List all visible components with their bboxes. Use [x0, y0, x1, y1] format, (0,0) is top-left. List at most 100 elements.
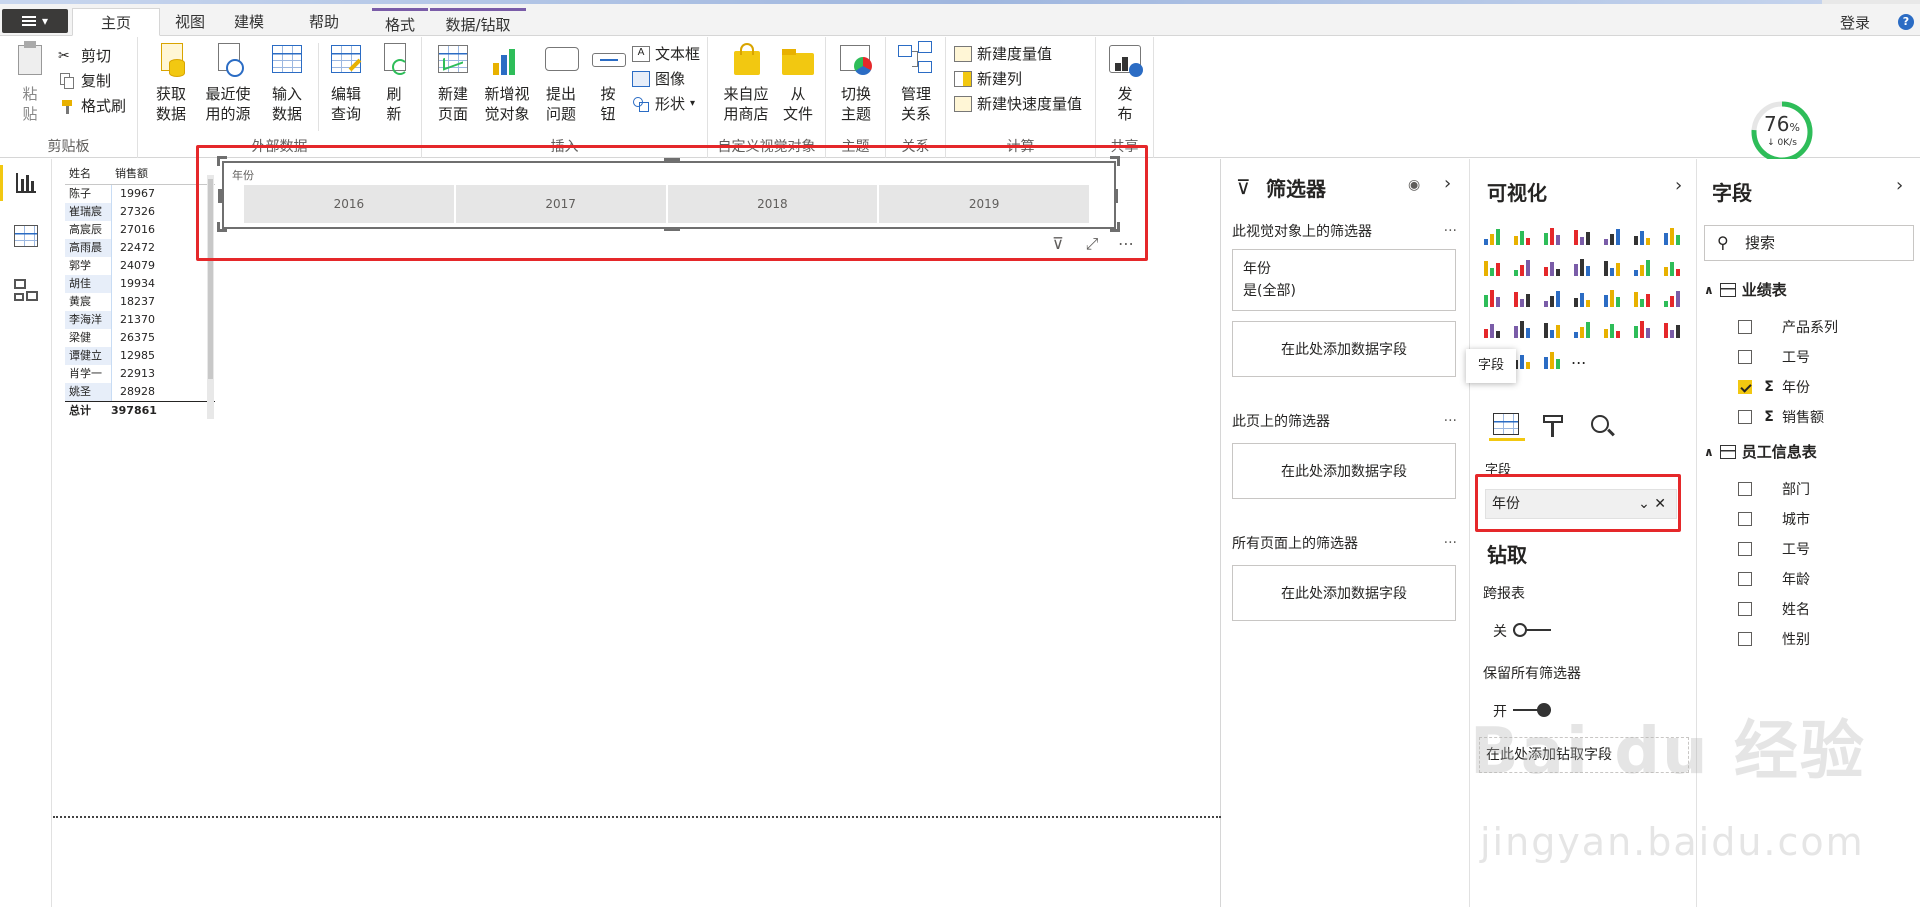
- recent-sources-button[interactable]: 最近使 用的源: [196, 41, 260, 124]
- slicer-frame[interactable]: 年份 2016 2017 2018 2019: [222, 161, 1116, 229]
- field-item[interactable]: 工号: [1738, 539, 1810, 559]
- new-quick-measure-button[interactable]: 新建快速度量值: [954, 93, 1082, 114]
- visual-type-icon[interactable]: [1571, 287, 1593, 309]
- visual-type-icon[interactable]: [1631, 287, 1653, 309]
- resize-handle[interactable]: [1114, 189, 1118, 203]
- field-checkbox[interactable]: [1738, 350, 1752, 364]
- tab-format[interactable]: 格式: [372, 8, 428, 36]
- field-item[interactable]: 性别: [1738, 629, 1810, 649]
- shapes-button[interactable]: 形状 ▾: [632, 93, 695, 114]
- resize-handle[interactable]: [1110, 222, 1120, 232]
- new-measure-button[interactable]: 新建度量值: [954, 43, 1052, 64]
- visual-type-icon[interactable]: [1571, 318, 1593, 340]
- field-checkbox[interactable]: [1738, 482, 1752, 496]
- visual-type-icon[interactable]: [1541, 287, 1563, 309]
- visual-type-icon[interactable]: [1481, 256, 1503, 278]
- resize-handle[interactable]: [1110, 156, 1120, 166]
- field-checkbox[interactable]: [1738, 542, 1752, 556]
- data-view-icon[interactable]: [12, 223, 40, 251]
- field-item[interactable]: 产品系列: [1738, 317, 1838, 337]
- tab-data-drill[interactable]: 数据/钻取: [430, 8, 526, 36]
- manage-relationships-button[interactable]: 管理 关系: [890, 41, 942, 124]
- page-filters-more[interactable]: ...: [1444, 409, 1457, 425]
- more-options-icon[interactable]: ⋯: [1116, 235, 1136, 253]
- resize-handle[interactable]: [217, 222, 227, 232]
- field-checkbox[interactable]: [1738, 410, 1752, 424]
- field-item[interactable]: 年龄: [1738, 569, 1810, 589]
- new-column-button[interactable]: 新建列: [954, 68, 1022, 89]
- image-button[interactable]: 图像: [632, 68, 685, 89]
- visual-type-icon[interactable]: [1661, 318, 1683, 340]
- field-checkbox[interactable]: [1738, 602, 1752, 616]
- visual-type-icon[interactable]: [1661, 256, 1683, 278]
- all-pages-filters-more[interactable]: ...: [1444, 531, 1457, 547]
- collapse-chevron-icon[interactable]: ›: [1444, 173, 1451, 194]
- visual-type-icon[interactable]: [1571, 225, 1593, 247]
- visual-type-icon[interactable]: [1601, 256, 1623, 278]
- visual-type-icon[interactable]: [1631, 256, 1653, 278]
- field-table[interactable]: ∧ 业绩表: [1704, 279, 1787, 300]
- report-view-icon[interactable]: [0, 165, 40, 201]
- collapse-chevron-icon[interactable]: ›: [1896, 175, 1903, 196]
- tab-help[interactable]: 帮助: [296, 8, 352, 36]
- resize-handle[interactable]: [664, 158, 680, 162]
- cross-report-toggle[interactable]: [1513, 623, 1551, 637]
- slicer-tile-2018[interactable]: 2018: [667, 185, 878, 223]
- copy-button[interactable]: 复制: [58, 70, 111, 91]
- visual-type-icon[interactable]: [1631, 318, 1653, 340]
- new-page-button[interactable]: 新建 页面: [428, 41, 478, 124]
- visual-type-icon[interactable]: [1511, 256, 1533, 278]
- filter-icon[interactable]: ⊽: [1048, 235, 1068, 253]
- visual-type-icon[interactable]: [1541, 349, 1563, 371]
- visual-type-icon[interactable]: [1571, 256, 1593, 278]
- resize-handle[interactable]: [664, 227, 680, 231]
- field-item[interactable]: Σ 年份: [1738, 377, 1810, 397]
- field-item[interactable]: 姓名: [1738, 599, 1810, 619]
- from-store-button[interactable]: 来自应 用商店: [716, 41, 776, 124]
- page-add-field-dropzone[interactable]: 在此处添加数据字段: [1232, 443, 1456, 499]
- fields-tab-icon[interactable]: [1489, 411, 1525, 441]
- visual-type-icon[interactable]: [1481, 225, 1503, 247]
- slicer-tile-2016[interactable]: 2016: [244, 185, 454, 223]
- visual-type-icon[interactable]: [1661, 225, 1683, 247]
- visual-type-icon[interactable]: [1601, 287, 1623, 309]
- field-well-year[interactable]: 年份 ⌄ ✕: [1485, 489, 1677, 519]
- field-checkbox[interactable]: [1738, 380, 1752, 394]
- field-table[interactable]: ∧ 员工信息表: [1704, 441, 1817, 462]
- field-item[interactable]: 工号: [1738, 347, 1810, 367]
- visual-type-icon[interactable]: [1511, 318, 1533, 340]
- visual-type-icon[interactable]: [1601, 318, 1623, 340]
- column-header-name[interactable]: 姓名: [65, 163, 111, 184]
- visual-add-field-dropzone[interactable]: 在此处添加数据字段: [1232, 321, 1456, 377]
- file-menu-button[interactable]: ▾: [2, 9, 68, 33]
- visual-type-icon[interactable]: [1541, 225, 1563, 247]
- year-filter-card[interactable]: 年份 是(全部): [1232, 249, 1456, 311]
- field-checkbox[interactable]: [1738, 320, 1752, 334]
- eye-icon[interactable]: ◉: [1408, 177, 1420, 193]
- help-icon[interactable]: ?: [1898, 14, 1914, 30]
- visual-type-icon[interactable]: [1601, 225, 1623, 247]
- publish-button[interactable]: 发 布: [1102, 41, 1148, 124]
- visual-type-icon[interactable]: [1541, 318, 1563, 340]
- visual-type-icon[interactable]: [1511, 287, 1533, 309]
- visual-type-icon[interactable]: [1481, 287, 1503, 309]
- chevron-up-icon[interactable]: ∧: [1704, 283, 1714, 297]
- switch-theme-button[interactable]: 切换 主题: [830, 41, 882, 124]
- paste-button[interactable]: 粘 贴: [10, 41, 50, 124]
- from-file-button[interactable]: 从 文件: [776, 41, 820, 124]
- get-data-button[interactable]: 获取 数据: [146, 41, 196, 124]
- column-header-sales[interactable]: 销售额: [111, 163, 159, 184]
- slicer-tile-2019[interactable]: 2019: [879, 185, 1089, 223]
- buttons-button[interactable]: 按 钮: [586, 41, 630, 124]
- edit-queries-button[interactable]: 编辑 查询: [320, 41, 372, 124]
- table-visual[interactable]: 姓名 销售额 陈子 19967 崔瑞宸 27326 高宸辰 27016 高雨晨 22472 郭学…: [65, 163, 215, 423]
- tab-modeling[interactable]: 建模: [222, 8, 276, 36]
- field-checkbox[interactable]: [1738, 512, 1752, 526]
- visual-type-icon[interactable]: [1631, 225, 1653, 247]
- format-painter-button[interactable]: 格式刷: [58, 95, 126, 116]
- resize-handle[interactable]: [218, 189, 222, 203]
- analytics-magnifier-icon[interactable]: [1589, 413, 1615, 439]
- all-pages-add-field-dropzone[interactable]: 在此处添加数据字段: [1232, 565, 1456, 621]
- report-canvas[interactable]: 姓名 销售额 陈子 19967 崔瑞宸 27326 高宸辰 27016 高雨晨 22472 郭学…: [53, 156, 1221, 907]
- field-checkbox[interactable]: [1738, 572, 1752, 586]
